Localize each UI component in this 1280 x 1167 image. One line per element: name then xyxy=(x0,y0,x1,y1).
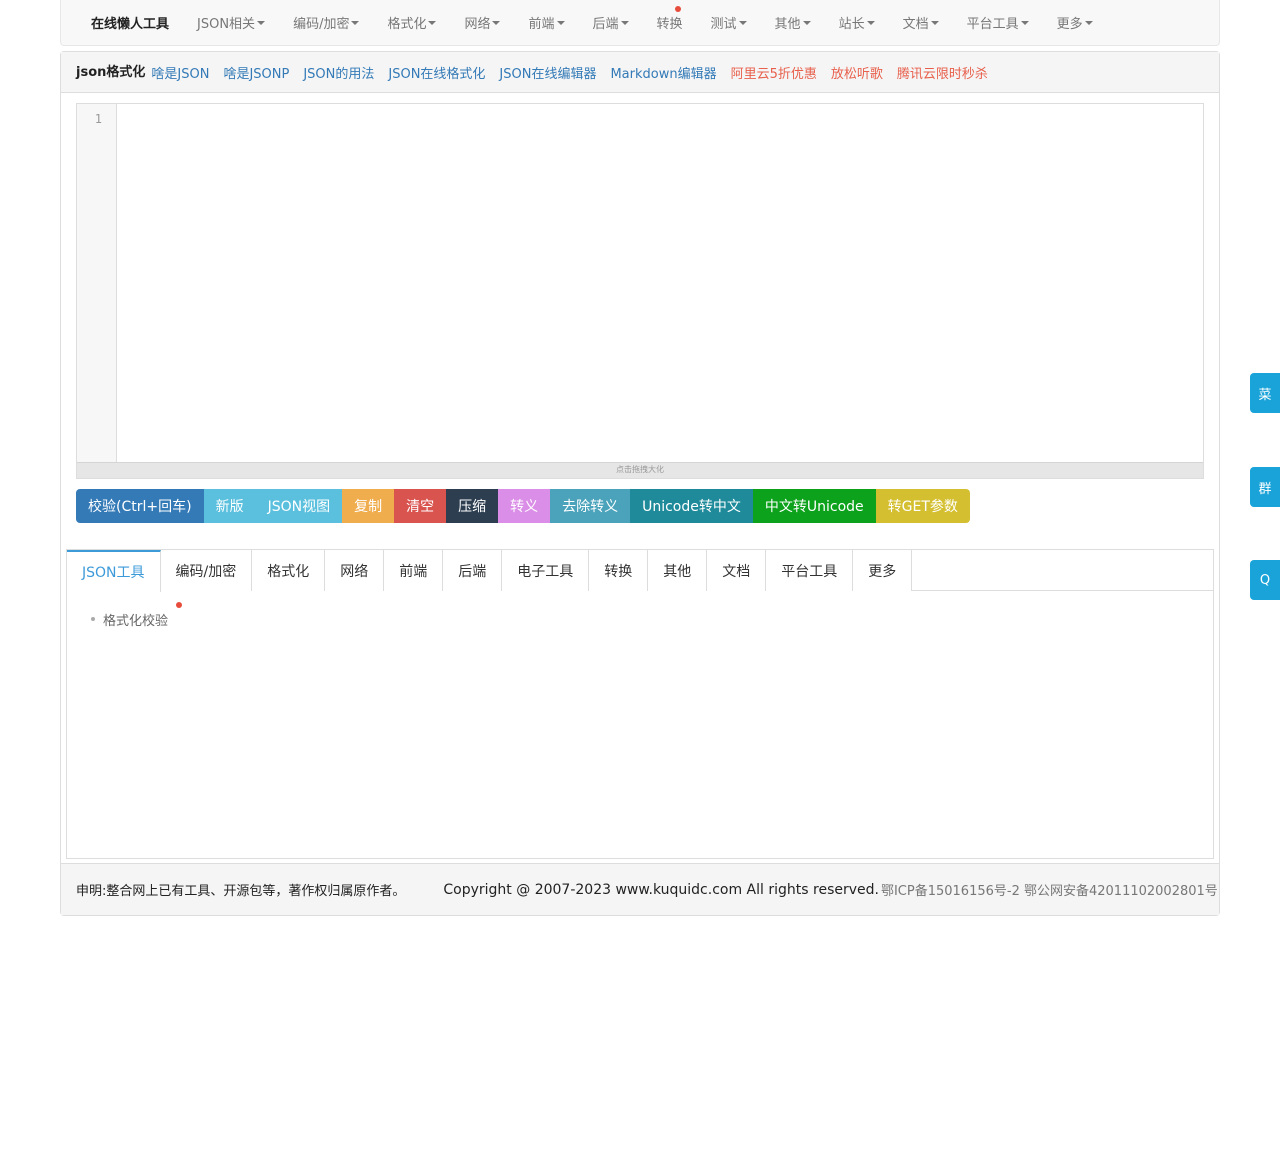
nav-label: 其他 xyxy=(774,17,801,32)
caret-down-icon xyxy=(620,20,629,25)
tool-tabs: JSON工具 编码/加密 格式化 网络 前端 后端 电子工具 转换 其他 文档 … xyxy=(66,549,1214,859)
nav-format[interactable]: 格式化 xyxy=(373,13,450,32)
tab-bar: JSON工具 编码/加密 格式化 网络 前端 后端 电子工具 转换 其他 文档 … xyxy=(67,550,1213,592)
caret-down-icon xyxy=(866,20,875,25)
action-button-group: 校验(Ctrl+回车) 新版 JSON视图 复制 清空 压缩 转义 去除转义 U… xyxy=(76,489,970,523)
nav-webmaster[interactable]: 站长 xyxy=(825,13,889,32)
new-version-button[interactable]: 新版 xyxy=(203,489,256,523)
bullet-icon xyxy=(91,617,95,621)
link-json-usage[interactable]: JSON的用法 xyxy=(303,63,374,82)
caret-down-icon xyxy=(1020,20,1029,25)
nav-convert[interactable]: 转换 xyxy=(643,6,697,32)
code-input-area[interactable] xyxy=(118,104,1203,462)
caret-down-icon xyxy=(492,20,501,25)
nav-label: 格式化 xyxy=(387,17,427,32)
nav-label: 平台工具 xyxy=(966,17,1019,32)
nav-platform-tools[interactable]: 平台工具 xyxy=(953,13,1043,32)
line-gutter: 1 xyxy=(77,104,117,462)
nav-label: 编码/加密 xyxy=(293,17,350,32)
nav-backend[interactable]: 后端 xyxy=(579,13,643,32)
tab-electronics[interactable]: 电子工具 xyxy=(502,550,590,591)
footer-icp-link[interactable]: 鄂ICP备15016156号-2 鄂公网安备42011102002801号 xyxy=(881,880,1218,899)
tab-platform-tools[interactable]: 平台工具 xyxy=(766,550,854,591)
nav-test[interactable]: 测试 xyxy=(697,13,761,32)
top-navbar: 在线懒人工具 JSON相关 编码/加密 格式化 网络 前端 后端 转换 测试 其… xyxy=(60,0,1220,46)
side-menu-button[interactable]: 菜 xyxy=(1250,373,1280,413)
footer-copyright: Copyright @ 2007-2023 www.kuquidc.com Al… xyxy=(443,881,879,898)
nav-label: 文档 xyxy=(902,17,929,32)
link-json-online-editor[interactable]: JSON在线编辑器 xyxy=(499,63,596,82)
link-music[interactable]: 放松听歌 xyxy=(831,63,883,82)
tab-backend[interactable]: 后端 xyxy=(443,550,503,591)
side-qq-button[interactable]: Q xyxy=(1250,560,1280,600)
caret-down-icon xyxy=(428,20,437,25)
footer-statement: 申明:整合网上已有工具、开源包等，著作权归属原作者。 xyxy=(76,884,406,899)
caret-down-icon xyxy=(738,20,747,25)
nav-docs[interactable]: 文档 xyxy=(889,13,953,32)
tab-encode[interactable]: 编码/加密 xyxy=(160,550,253,591)
tab-more[interactable]: 更多 xyxy=(853,550,913,591)
nav-label: 测试 xyxy=(710,17,737,32)
nav-label: 网络 xyxy=(464,17,491,32)
nav-label: JSON相关 xyxy=(197,17,256,32)
link-what-is-json[interactable]: 啥是JSON xyxy=(151,63,209,82)
nav-encode[interactable]: 编码/加密 xyxy=(279,13,373,32)
clear-button[interactable]: 清空 xyxy=(394,489,447,523)
caret-down-icon xyxy=(257,20,266,25)
link-markdown-editor[interactable]: Markdown编辑器 xyxy=(610,63,716,82)
list-item[interactable]: 格式化校验 xyxy=(91,601,183,629)
panel-heading: json格式化 啥是JSON 啥是JSONP JSON的用法 JSON在线格式化… xyxy=(61,52,1219,93)
nav-json[interactable]: JSON相关 xyxy=(183,13,279,32)
brand-logo[interactable]: 在线懒人工具 xyxy=(77,13,183,32)
tab-content: 格式化校验 xyxy=(67,591,1213,629)
json-editor: 1 点击拖拽大化 xyxy=(76,103,1204,479)
tab-frontend[interactable]: 前端 xyxy=(384,550,444,591)
compress-button[interactable]: 压缩 xyxy=(446,489,499,523)
validate-button[interactable]: 校验(Ctrl+回车) xyxy=(76,489,204,523)
escape-button[interactable]: 转义 xyxy=(498,489,551,523)
list-item-label: 格式化校验 xyxy=(103,613,169,629)
nav-label: 站长 xyxy=(838,17,865,32)
caret-down-icon xyxy=(351,20,360,25)
resize-handle[interactable]: 点击拖拽大化 xyxy=(77,462,1203,478)
nav-label: 后端 xyxy=(592,17,619,32)
new-badge-dot xyxy=(176,601,183,608)
nav-label: 更多 xyxy=(1056,17,1083,32)
tab-convert[interactable]: 转换 xyxy=(589,550,649,591)
nav-more[interactable]: 更多 xyxy=(1043,13,1107,32)
link-tencent-promo[interactable]: 腾讯云限时秒杀 xyxy=(897,63,988,82)
tab-json-tools[interactable]: JSON工具 xyxy=(67,550,161,592)
nav-network[interactable]: 网络 xyxy=(450,13,514,32)
chinese-to-unicode-button[interactable]: 中文转Unicode xyxy=(752,489,876,523)
unescape-button[interactable]: 去除转义 xyxy=(550,489,631,523)
tab-other[interactable]: 其他 xyxy=(648,550,708,591)
tab-format[interactable]: 格式化 xyxy=(252,550,326,591)
link-aliyun-promo[interactable]: 阿里云5折优惠 xyxy=(731,63,817,82)
link-json-online-format[interactable]: JSON在线格式化 xyxy=(388,63,485,82)
copy-button[interactable]: 复制 xyxy=(342,489,395,523)
caret-down-icon xyxy=(802,20,811,25)
nav-label: 前端 xyxy=(528,17,555,32)
link-what-is-jsonp[interactable]: 啥是JSONP xyxy=(223,63,289,82)
unicode-to-chinese-button[interactable]: Unicode转中文 xyxy=(630,489,753,523)
nav-frontend[interactable]: 前端 xyxy=(514,13,578,32)
new-badge-dot xyxy=(674,6,681,12)
main-panel: json格式化 啥是JSON 啥是JSONP JSON的用法 JSON在线格式化… xyxy=(60,51,1220,916)
side-group-button[interactable]: 群 xyxy=(1250,467,1280,507)
to-get-params-button[interactable]: 转GET参数 xyxy=(875,489,970,523)
footer: 申明:整合网上已有工具、开源包等，著作权归属原作者。 Copyright @ 2… xyxy=(61,863,1219,915)
line-number: 1 xyxy=(94,112,102,126)
caret-down-icon xyxy=(930,20,939,25)
caret-down-icon xyxy=(1084,20,1093,25)
caret-down-icon xyxy=(556,20,565,25)
tab-docs[interactable]: 文档 xyxy=(707,550,767,591)
json-view-button[interactable]: JSON视图 xyxy=(255,489,343,523)
nav-other[interactable]: 其他 xyxy=(761,13,825,32)
tab-network[interactable]: 网络 xyxy=(325,550,385,591)
page-title: json格式化 xyxy=(76,64,146,80)
nav-label: 转换 xyxy=(656,17,683,32)
